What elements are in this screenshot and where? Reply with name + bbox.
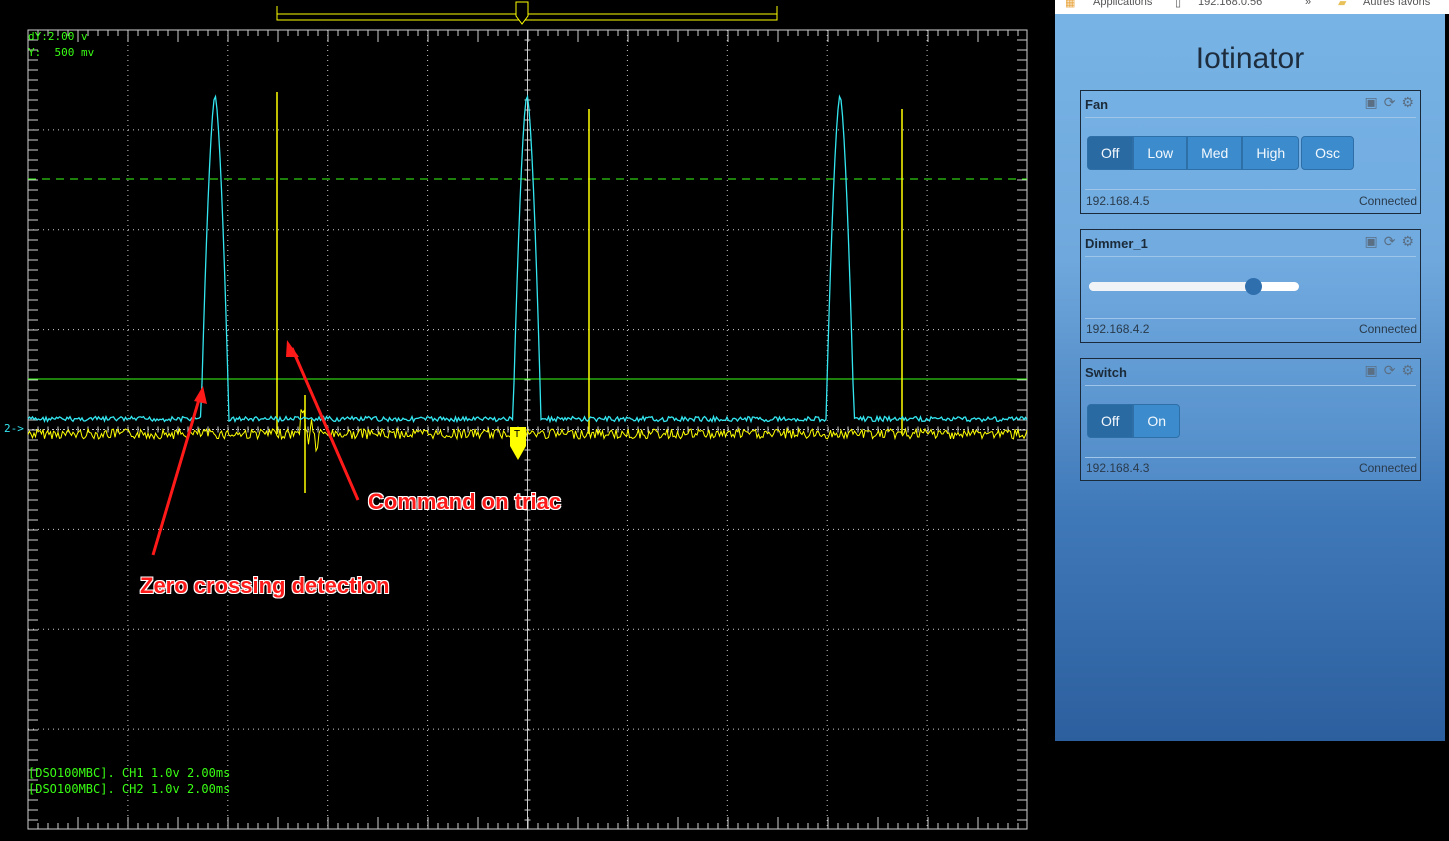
device-status: Connected — [1358, 194, 1417, 208]
bookmarks-more[interactable]: » — [1305, 0, 1311, 8]
slider-fill — [1089, 282, 1253, 291]
fan-off-button[interactable]: Off — [1087, 136, 1134, 170]
divider — [1085, 318, 1416, 319]
fan-high-button[interactable]: High — [1242, 136, 1300, 170]
trigger-label: T — [514, 429, 521, 440]
dimmer-slider[interactable] — [1089, 278, 1299, 295]
panel-title: Dimmer_1 — [1085, 236, 1148, 251]
bookmarks-bar: ▦ Applications ▯ 192.168.0.56 » ▰ Autres… — [1055, 0, 1449, 14]
cursor-readout: dY:2.00 v — [28, 30, 88, 43]
oscilloscope-screen — [27, 1, 1028, 830]
divider — [1085, 117, 1416, 118]
save-icon[interactable]: ▣ — [1364, 95, 1377, 109]
page-icon: ▯ — [1175, 0, 1182, 9]
refresh-icon[interactable]: ⟳ — [1384, 95, 1396, 109]
device-ip: 192.168.4.5 — [1086, 194, 1150, 208]
bookmark-favorites[interactable]: Autres favoris — [1363, 0, 1430, 8]
arrow-command — [286, 340, 360, 501]
divider — [1085, 189, 1416, 190]
device-ip: 192.168.4.2 — [1086, 322, 1150, 336]
gear-icon[interactable]: ⚙ — [1401, 363, 1414, 377]
annotation-zero-crossing: Zero crossing detection — [140, 573, 390, 598]
panel-switch: Switch ▣ ⟳ ⚙ Off On 192.168.4.3 Connecte… — [1080, 358, 1421, 481]
ch1-info: [DSO100MBC]. CH1 1.0v 2.00ms — [28, 766, 231, 780]
bookmark-address[interactable]: 192.168.0.56 — [1198, 0, 1262, 8]
switch-off-button[interactable]: Off — [1087, 404, 1134, 438]
app-title: Iotinator — [1195, 42, 1305, 75]
panel-title: Switch — [1085, 365, 1127, 380]
refresh-icon[interactable]: ⟳ — [1384, 363, 1396, 377]
gear-icon[interactable]: ⚙ — [1401, 234, 1414, 248]
refresh-icon[interactable]: ⟳ — [1384, 234, 1396, 248]
apps-icon[interactable]: ▦ — [1065, 0, 1075, 9]
device-ip: 192.168.4.3 — [1086, 461, 1150, 475]
panel-dimmer: Dimmer_1 ▣ ⟳ ⚙ 192.168.4.2 Connected — [1080, 229, 1421, 343]
ch2-info: [DSO100MBC]. CH2 1.0v 2.00ms — [28, 782, 231, 796]
folder-icon: ▰ — [1338, 0, 1347, 9]
cursor-readout-2: Y: 500 mv — [28, 46, 95, 59]
annotation-command: Command on triac — [368, 489, 562, 514]
switch-on-button[interactable]: On — [1133, 404, 1181, 438]
channel-marker: 2-> — [4, 422, 24, 435]
bookmark-apps[interactable]: Applications — [1093, 0, 1152, 8]
device-status: Connected — [1358, 461, 1417, 475]
panel-title: Fan — [1085, 97, 1109, 112]
divider — [1085, 457, 1416, 458]
device-status: Connected — [1358, 322, 1417, 336]
save-icon[interactable]: ▣ — [1364, 234, 1377, 248]
gear-icon[interactable]: ⚙ — [1401, 95, 1414, 109]
panel-fan: Fan ▣ ⟳ ⚙ Off Low Med High Osc 192.168.4… — [1080, 90, 1421, 214]
fan-med-button[interactable]: Med — [1187, 136, 1243, 170]
save-icon[interactable]: ▣ — [1364, 363, 1377, 377]
fan-low-button[interactable]: Low — [1133, 136, 1188, 170]
divider — [1085, 385, 1416, 386]
time-window-bracket — [276, 1, 778, 25]
divider — [1085, 256, 1416, 257]
fan-osc-button[interactable]: Osc — [1301, 136, 1355, 170]
slider-thumb[interactable] — [1244, 278, 1262, 295]
